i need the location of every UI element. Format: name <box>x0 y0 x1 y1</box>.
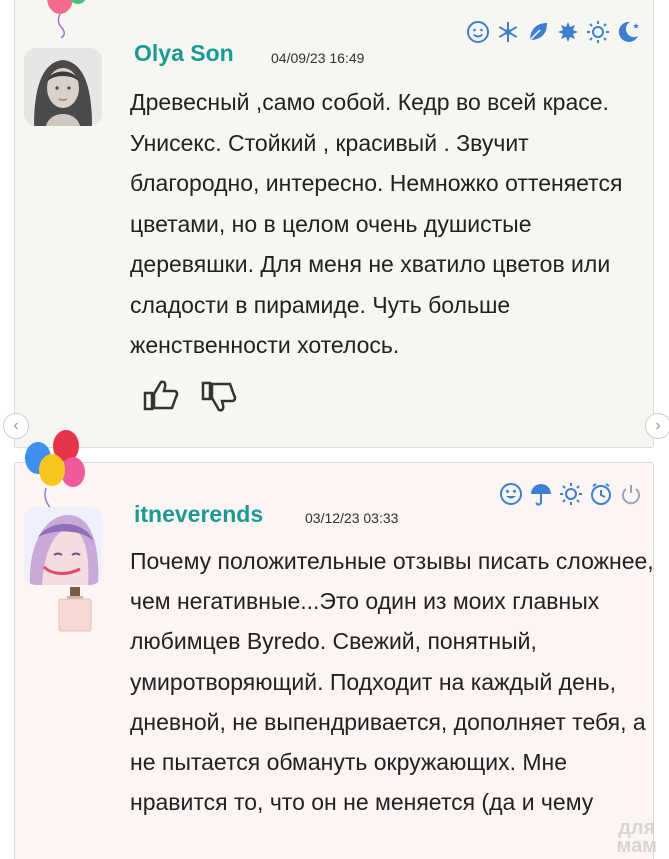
review-date: 03/12/23 03:33 <box>305 510 399 526</box>
watermark: для мам <box>616 818 657 857</box>
review-text: Древесный ,само собой. Кедр во всей крас… <box>130 89 623 358</box>
next-arrow-button[interactable]: › <box>645 413 669 439</box>
sun-icon <box>559 482 583 506</box>
mood-icons <box>499 482 643 506</box>
sun-icon <box>586 20 610 44</box>
username[interactable]: itneverends <box>134 501 263 528</box>
thumbs-down-icon[interactable] <box>201 380 237 414</box>
power-icon <box>619 482 643 506</box>
moon-icon <box>616 20 640 44</box>
username[interactable]: Olya Son <box>134 40 234 67</box>
snowflake-icon <box>496 20 520 44</box>
perfume-bottle-icon <box>58 587 92 632</box>
umbrella-icon <box>529 482 553 506</box>
reviews-page: Olya Son 04/09/23 16:49 Древесный ,само … <box>0 0 669 859</box>
leaf-icon <box>526 20 550 44</box>
avatar[interactable] <box>24 507 102 585</box>
mood-icons <box>466 20 640 44</box>
clock-icon <box>589 482 613 506</box>
smile-icon <box>466 20 490 44</box>
avatar[interactable] <box>24 48 102 126</box>
review-text: Почему положительные отзывы писать сложн… <box>130 548 654 816</box>
love-smile-icon <box>499 482 523 506</box>
review-date: 04/09/23 16:49 <box>271 50 365 66</box>
watermark-line: мам <box>616 835 657 857</box>
maple-leaf-icon <box>556 20 580 44</box>
thumbs-up-icon[interactable] <box>143 378 179 412</box>
balloons-icon <box>47 0 86 38</box>
